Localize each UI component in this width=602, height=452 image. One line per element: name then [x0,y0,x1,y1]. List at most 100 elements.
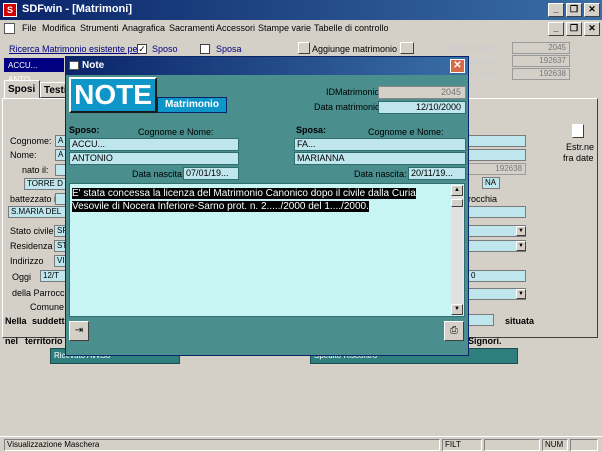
indirizzo-label: Indirizzo [10,256,44,266]
nella-label: Nella [5,316,27,326]
dropdown-arrow-icon[interactable]: ▼ [516,289,526,299]
note-id-value: 2045 [378,86,466,99]
sposo-checkbox[interactable]: ✓ [137,44,147,54]
hammer-icon[interactable] [298,42,310,54]
territorio-label: territorio [25,336,63,346]
menu-strumenti[interactable]: Strumenti [80,23,119,33]
note-sposa-nascita-label: Data nascita: [354,169,407,179]
scroll-up-icon[interactable]: ▲ [451,185,463,196]
window-title: SDFwin - [Matrimoni] [22,3,132,15]
right-field-2[interactable] [468,149,526,161]
right-field-5[interactable] [468,314,494,326]
note-heading: NOTE [69,77,157,113]
close-button[interactable]: ✕ [584,3,600,17]
menu-tabelle[interactable]: Tabelle di controllo [314,23,389,33]
note-dialog-title: Note [82,60,105,71]
title-bar: S SDFwin - [Matrimoni] _ ❐ ✕ [0,0,602,20]
note-sposo-nome[interactable]: ANTONIO [69,152,239,165]
fra-date-label: fra date [563,153,594,163]
scroll-thumb[interactable] [451,199,463,207]
note-sposa-cn-label: Cognome e Nome: [368,127,444,137]
status-panel-empty [484,439,540,451]
situata-label: situata [505,316,535,326]
status-filt: FILT [442,439,482,451]
battezzato-label: battezzato il: [10,194,61,204]
status-bar: Visualizzazione Maschera FILT NUM [0,436,602,452]
menu-modifica[interactable]: Modifica [42,23,76,33]
note-scrollbar[interactable]: ▲ ▼ [451,185,463,315]
residenza-label: Residenza [10,241,53,251]
oggi-field[interactable]: 12/T [40,270,67,282]
menu-stampe-varie[interactable]: Stampe varie [258,23,311,33]
nel-label: nel [5,336,19,346]
note-sposo-cn-label: Cognome e Nome: [138,127,214,137]
id-sposa-value: 192638 [512,68,570,80]
parrocchia-right-label: rocchia [468,194,498,204]
app-icon: S [3,3,17,17]
right-field-3[interactable] [468,206,526,218]
note-sposa-cognome[interactable]: FA... [294,138,466,151]
tab-sposi[interactable]: Sposi [4,80,40,98]
nome-label: Nome: [10,150,37,160]
note-sposo-cognome[interactable]: ACCU... [69,138,239,151]
toolbar-icon[interactable] [400,42,414,54]
note-close-button[interactable]: ✕ [450,59,465,73]
mdi-minimize-button[interactable]: _ [548,22,564,36]
right-field-1[interactable] [468,135,526,147]
note-dialog-titlebar: Note ✕ [66,57,468,75]
search-selector[interactable]: ACCU... ANTO... [4,58,64,84]
signori-label: Signori. [468,336,502,346]
note-sposo-nascita[interactable]: 07/01/19... [183,167,239,180]
dropdown-arrow-icon[interactable]: ▼ [516,226,526,236]
status-text: Visualizzazione Maschera [4,439,440,451]
add-matrimonio-label[interactable]: Aggiunge matrimonio [312,44,397,54]
menu-accessori[interactable]: Accessori [216,23,255,33]
suddetta-label: suddett [32,316,65,326]
status-num: NUM [542,439,568,451]
right-field-4[interactable]: 0 [468,270,526,282]
note-id-label: IDMatrimonio: [326,87,383,97]
note-sposo-label: Sposo: [69,125,100,135]
estr-ne-label: Estr.ne [566,142,595,152]
note-dialog: Note ✕ NOTE Matrimonio IDMatrimonio: 204… [65,56,469,356]
estrazione-icon[interactable] [572,124,584,138]
note-subheading: Matrimonio [157,97,227,113]
provincia-field[interactable]: NA [482,177,500,189]
mdi-restore-button[interactable]: ❐ [566,22,582,36]
cognome-label: Cognome: [10,136,52,146]
menu-bar: File Modifica Strumenti Anagrafica Sacra… [0,20,602,38]
id-matrimonio-value: 2045 [512,42,570,54]
exit-door-icon[interactable]: ⇥ [69,321,89,341]
restore-button[interactable]: ❐ [566,3,582,17]
printer-icon[interactable]: ⎙ [444,321,464,341]
right-id-field: 192638 [468,163,526,175]
tab-testi[interactable]: Testi [40,82,67,98]
note-textarea[interactable]: E' stata concessa la licenza del Matrimo… [69,183,465,317]
menu-sacramenti[interactable]: Sacramenti [169,23,215,33]
comune-label: Comune [30,302,65,312]
status-panel-end [570,439,598,451]
scroll-down-icon[interactable]: ▼ [451,304,463,315]
note-data-label: Data matrimonio: [314,102,383,112]
sposa-option-label: Sposa [216,44,242,54]
sposa-checkbox[interactable] [200,44,210,54]
sposo-option-label: Sposo [152,44,178,54]
document-icon[interactable] [4,23,15,34]
parrocchia-field[interactable]: S.MARIA DEL [8,206,67,218]
note-text-line2: Vesovile di Nocera Inferiore-Sarno prot.… [72,201,369,212]
stato-civile-label: Stato civile [10,226,54,236]
luogo-field[interactable]: TORRE D [24,178,67,190]
menu-file[interactable]: File [22,23,37,33]
note-sposo-nascita-label: Data nascita: [132,169,185,179]
note-sposa-label: Sposa: [296,125,327,135]
oggi-label: Oggi [12,272,32,282]
note-data-value[interactable]: 12/10/2000 [378,101,466,114]
dropdown-arrow-icon[interactable]: ▼ [516,241,526,251]
note-sposa-nascita[interactable]: 20/11/19... [408,167,466,180]
form-icon [69,61,79,70]
menu-anagrafica[interactable]: Anagrafica [122,23,165,33]
mdi-close-button[interactable]: ✕ [584,22,600,36]
note-sposa-nome[interactable]: MARIANNA [294,152,466,165]
search-label: Ricerca Matrimonio esistente per: [9,44,144,54]
minimize-button[interactable]: _ [548,3,564,17]
